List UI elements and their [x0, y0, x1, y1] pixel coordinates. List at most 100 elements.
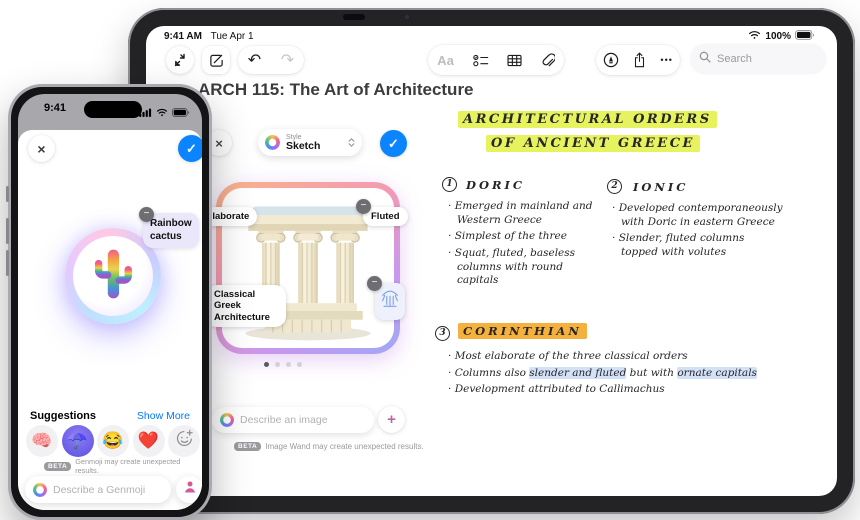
- actions-toolbar: •••: [596, 45, 680, 75]
- ipad-device: 9:41 AM Tue Apr 1 100% ↶ ↷ Aa ••• Search…: [128, 8, 855, 514]
- ionic-bullet-2: · Slender, fluted columns topped with vo…: [612, 232, 745, 258]
- doric-bullet-2: · Simplest of the three: [448, 230, 567, 243]
- battery-percent: 100%: [765, 31, 791, 42]
- battery-icon: [172, 104, 190, 122]
- share-icon[interactable]: [633, 52, 646, 68]
- remove-fluted-button[interactable]: −: [356, 199, 371, 214]
- genmoji-close-button[interactable]: ×: [28, 135, 55, 162]
- markup-button[interactable]: [603, 52, 619, 68]
- style-value: Sketch: [286, 139, 321, 152]
- volume-down-button: [6, 250, 9, 276]
- image-wand-prompt-input[interactable]: [240, 414, 375, 426]
- doric-bullet-1: · Emerged in mainland and Western Greece: [448, 200, 593, 226]
- show-more-link[interactable]: Show More: [137, 410, 190, 422]
- new-genmoji-button[interactable]: [168, 425, 200, 457]
- style-selector[interactable]: Style Sketch: [258, 129, 362, 156]
- corinthian-bullet-1: · Most elaborate of the three classical …: [448, 350, 688, 362]
- wifi-icon: [156, 104, 168, 122]
- suggestion-heart-emoji[interactable]: ❤️: [132, 425, 165, 457]
- ionic-heading: IONIC: [633, 180, 689, 194]
- notes-heading-line2: OF ANCIENT GREECE: [486, 135, 700, 152]
- redo-button: ↷: [280, 52, 295, 69]
- collapse-button[interactable]: [166, 46, 194, 74]
- search-icon: [699, 50, 711, 68]
- ipad-screen: 9:41 AM Tue Apr 1 100% ↶ ↷ Aa ••• Search…: [146, 26, 837, 496]
- smiley-plus-icon: [175, 429, 194, 453]
- wifi-icon: [748, 30, 761, 43]
- person-icon: [182, 479, 198, 500]
- format-toolbar: Aa: [428, 45, 564, 75]
- search-field[interactable]: [690, 44, 837, 74]
- image-wand-beta-note: BETA Image Wand may create unexpected re…: [234, 442, 424, 451]
- ipad-date: Tue Apr 1: [210, 31, 254, 42]
- genmoji-beta-note: BETA Genmoji may create unexpected resul…: [44, 457, 202, 475]
- cellular-icon: [139, 104, 152, 122]
- iphone-device: 9:41 × ✓ − Rainbow cactus Suggestions Sh…: [6, 84, 212, 520]
- undo-button[interactable]: ↶: [248, 50, 261, 70]
- attachment-button[interactable]: [541, 52, 555, 68]
- volume-up-button: [6, 218, 9, 244]
- image-wand-prompt-field[interactable]: [212, 407, 375, 433]
- ipad-status-bar: 9:41 AM Tue Apr 1 100%: [146, 26, 837, 44]
- compose-button[interactable]: [202, 46, 230, 74]
- suggestion-joy-emoji[interactable]: 😂: [97, 425, 129, 457]
- plus-icon: +: [387, 411, 396, 428]
- remove-prompt-button[interactable]: −: [139, 207, 154, 222]
- genmoji-prompt-input[interactable]: [53, 483, 163, 496]
- more-button[interactable]: •••: [660, 55, 672, 65]
- doric-number: 1: [442, 177, 457, 192]
- search-input[interactable]: [717, 53, 837, 65]
- iphone-time: 9:41: [44, 102, 67, 114]
- corinthian-number: 3: [435, 326, 450, 341]
- genmoji-sheet: × ✓ − Rainbow cactus Suggestions Show Mo…: [18, 130, 202, 510]
- note-title[interactable]: ARCH 115: The Art of Architecture: [198, 80, 474, 100]
- person-genmoji-button[interactable]: [176, 476, 202, 503]
- genmoji-prompt-field[interactable]: [25, 476, 171, 503]
- dynamic-island: [84, 101, 142, 118]
- suggestion-umbrella-emoji[interactable]: ☂️: [61, 425, 94, 457]
- corinthian-bullets: · Most elaborate of the three classical …: [448, 350, 778, 400]
- corinthian-bullet-2: · Columns also slender and fluted but wi…: [448, 366, 757, 379]
- ipad-time: 9:41 AM: [164, 31, 202, 42]
- text-format-button: Aa: [437, 52, 454, 68]
- ipad-sensor-dot: [405, 15, 409, 19]
- iphone-screen: 9:41 × ✓ − Rainbow cactus Suggestions Sh…: [18, 94, 202, 510]
- battery-icon: [795, 30, 815, 43]
- compose-icon: [209, 53, 224, 68]
- mute-switch: [6, 186, 9, 202]
- ionic-bullets: · Developed contemporaneously with Doric…: [612, 202, 784, 263]
- image-playground-icon: [265, 135, 280, 150]
- remove-sketch-thumbnail-button[interactable]: −: [367, 276, 382, 291]
- collapse-arrows-icon: [173, 53, 187, 67]
- corinthian-bullet-3: · Development attributed to Callimachus: [448, 383, 665, 396]
- beta-badge: BETA: [234, 442, 262, 451]
- rainbow-cactus-emoji: [92, 247, 134, 306]
- add-image-button[interactable]: +: [378, 406, 405, 433]
- doric-bullets: · Emerged in mainland and Western Greece…: [448, 200, 600, 291]
- chevron-up-down-icon: [348, 138, 355, 147]
- genmoji-icon: [33, 482, 47, 497]
- checklist-button[interactable]: [472, 54, 489, 67]
- doric-bullet-3: · Squat, fluted, baseless columns with r…: [448, 246, 576, 287]
- genmoji-confirm-button[interactable]: ✓: [178, 135, 202, 162]
- iphone-bezel: 9:41 × ✓ − Rainbow cactus Suggestions Sh…: [11, 87, 209, 517]
- suggestion-brain-emoji[interactable]: 🧠: [26, 425, 58, 457]
- emoji-suggestions-row: 🧠 ☂️ 😂 ❤️: [26, 425, 200, 457]
- table-button[interactable]: [507, 54, 522, 67]
- undo-redo-group: ↶ ↷: [238, 46, 304, 74]
- image-wand-disclaimer: Image Wand may create unexpected results…: [265, 442, 424, 451]
- ionic-number: 2: [607, 179, 622, 194]
- image-pager-dots[interactable]: [264, 362, 302, 367]
- beta-badge: BETA: [44, 461, 72, 471]
- doric-heading: DORIC: [466, 178, 526, 192]
- image-wand-icon: [220, 413, 234, 427]
- suggestions-label: Suggestions: [30, 410, 97, 422]
- ipad-camera: [343, 14, 365, 20]
- genmoji-disclaimer: Genmoji may create unexpected results.: [75, 457, 181, 475]
- chip-classical-greek[interactable]: Classical Greek Architecture: [206, 285, 286, 328]
- ionic-bullet-1: · Developed contemporaneously with Doric…: [612, 202, 783, 228]
- notes-heading-line1: ARCHITECTURAL ORDERS: [458, 111, 717, 128]
- column-sketch-icon: [379, 287, 401, 316]
- image-wand-confirm-button[interactable]: ✓: [380, 130, 407, 157]
- iphone-status-bar: 9:41: [18, 94, 202, 124]
